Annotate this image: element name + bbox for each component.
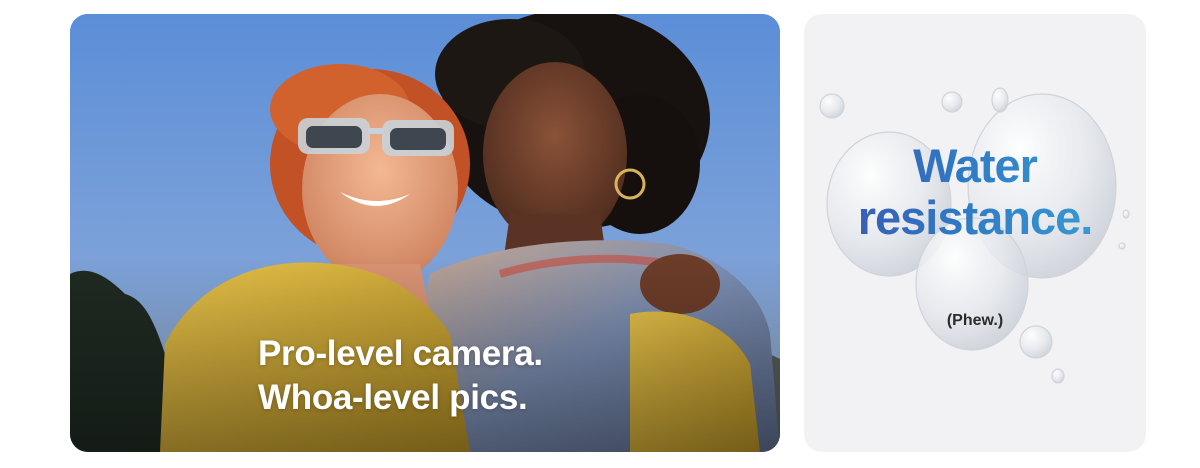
water-resistance-card[interactable]: Water resistance. (Phew.) xyxy=(804,14,1146,452)
camera-headline: Pro-level camera. Whoa-level pics. xyxy=(258,332,543,420)
camera-headline-line-2: Whoa-level pics. xyxy=(258,378,528,417)
camera-feature-card[interactable]: Pro-level camera. Whoa-level pics. xyxy=(70,14,780,452)
water-title-line-1: Water xyxy=(913,139,1037,192)
water-resistance-subtitle: (Phew.) xyxy=(946,312,1004,329)
water-title-line-2: resistance. xyxy=(857,191,1093,244)
camera-headline-line-1: Pro-level camera. xyxy=(258,334,543,373)
water-resistance-title: Water resistance. xyxy=(804,140,1146,244)
